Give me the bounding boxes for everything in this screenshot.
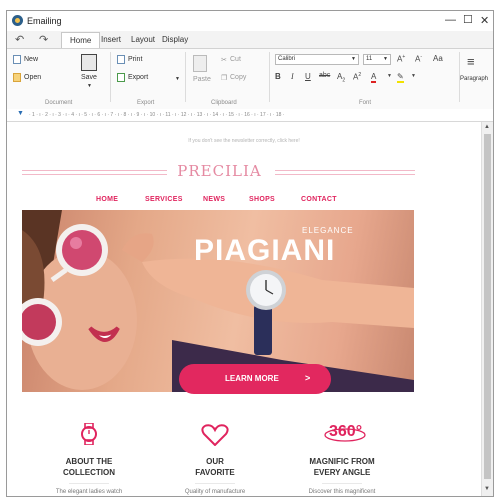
indent-marker-icon[interactable]: ▼ <box>17 110 24 117</box>
360-icon: 360° <box>323 422 371 444</box>
feature-divider <box>195 483 235 484</box>
feature-divider <box>322 483 362 484</box>
app-window: Emailing — ☐ ✕ ↶ ↷ Home Insert Layout Di… <box>6 10 494 497</box>
cut-button[interactable]: Cut <box>230 56 241 63</box>
underline-icon[interactable]: U <box>305 72 311 81</box>
arrow-right-icon: > <box>305 373 311 383</box>
new-button[interactable]: New <box>24 56 38 63</box>
save-icon <box>81 54 97 71</box>
undo-icon[interactable]: ↶ <box>15 33 24 46</box>
scroll-down-icon[interactable]: ▼ <box>484 486 490 492</box>
ribbon: New Open Save ▼ Document Print Export ▼ … <box>7 48 493 110</box>
superscript-icon[interactable]: A2 <box>353 72 361 82</box>
print-icon <box>117 55 125 64</box>
feature-collection-title: ABOUT THE COLLECTION <box>34 456 144 478</box>
font-family-select[interactable]: Calibri ▼ <box>275 54 359 65</box>
group-label-document: Document <box>45 100 73 106</box>
cut-icon: ✂ <box>221 57 227 64</box>
nav-news[interactable]: NEWS <box>203 196 225 203</box>
highlight-dropdown-icon[interactable]: ▼ <box>411 73 416 79</box>
feature-title-line: ABOUT THE <box>65 457 113 466</box>
subscript-icon[interactable]: A2 <box>337 72 345 84</box>
feature-favorite-desc: Quality of manufacture <box>184 489 246 495</box>
bold-icon[interactable]: B <box>275 72 281 81</box>
export-dropdown-icon[interactable]: ▼ <box>175 76 180 82</box>
group-label-font: Font <box>359 100 372 106</box>
feature-divider <box>69 483 109 484</box>
feature-title-line: FAVORITE <box>195 468 235 477</box>
save-button[interactable]: Save <box>81 74 97 81</box>
font-color-dropdown-icon[interactable]: ▼ <box>387 73 392 79</box>
paste-icon <box>193 55 207 72</box>
change-case-icon[interactable]: Aa <box>433 54 443 63</box>
open-button[interactable]: Open <box>24 74 41 81</box>
watch-icon <box>81 423 97 445</box>
font-size-value: 11 <box>366 56 373 62</box>
chevron-down-icon: ▼ <box>351 56 356 62</box>
maximize-icon[interactable]: ☐ <box>463 13 473 26</box>
vertical-scrollbar[interactable]: ▲ ▼ <box>481 122 493 496</box>
tab-insert[interactable]: Insert <box>101 35 121 44</box>
scroll-up-icon[interactable]: ▲ <box>484 124 490 130</box>
italic-icon[interactable]: I <box>291 72 294 81</box>
font-family-value: Calibri <box>278 56 296 62</box>
feature-title-line: EVERY ANGLE <box>313 468 371 477</box>
feature-title-line: OUR <box>206 457 224 466</box>
learn-more-button[interactable]: LEARN MORE > <box>179 364 331 394</box>
export-button[interactable]: Export <box>128 74 148 81</box>
hero-title: PIAGIANI <box>194 234 336 267</box>
feature-angle-desc: Discover this magnificent <box>308 489 376 495</box>
open-folder-icon <box>13 73 21 82</box>
feature-title-line: MAGNIFIC FROM <box>309 457 375 466</box>
nav-contact[interactable]: CONTACT <box>301 196 337 203</box>
chevron-down-icon: ▼ <box>383 56 388 62</box>
feature-collection-desc: The elegant ladies watch <box>55 489 123 495</box>
title-bar: Emailing — ☐ ✕ <box>7 11 493 31</box>
highlight-icon[interactable]: ✎ <box>397 72 404 83</box>
redo-icon[interactable]: ↷ <box>39 33 48 46</box>
paste-button[interactable]: Paste <box>193 76 211 83</box>
shrink-font-icon[interactable]: A- <box>415 54 422 64</box>
close-icon[interactable]: ✕ <box>480 14 489 27</box>
export-icon <box>117 73 125 82</box>
ribbon-tabs: ↶ ↷ Home Insert Layout Display <box>7 31 493 48</box>
scrollbar-thumb[interactable] <box>484 134 491 479</box>
copy-button[interactable]: Copy <box>230 74 246 81</box>
learn-more-label: LEARN MORE <box>225 374 279 383</box>
print-button[interactable]: Print <box>128 56 142 63</box>
view-online-hint[interactable]: If you don't see the newsletter correctl… <box>7 138 481 144</box>
feature-angle-title: MAGNIFIC FROM EVERY ANGLE <box>287 456 397 478</box>
strikethrough-icon[interactable]: abc <box>319 72 330 79</box>
tab-display[interactable]: Display <box>162 35 188 44</box>
rotation-arc <box>324 428 366 442</box>
heart-icon <box>201 424 229 446</box>
new-document-icon <box>13 55 21 64</box>
copy-icon: ❐ <box>221 75 228 82</box>
group-label-export: Export <box>137 100 155 106</box>
ribbon-separator <box>110 52 111 102</box>
minimize-icon[interactable]: — <box>445 14 456 26</box>
nav-home[interactable]: HOME <box>96 196 118 203</box>
ribbon-separator <box>269 52 270 102</box>
font-size-select[interactable]: 11 ▼ <box>363 54 391 65</box>
window-title: Emailing <box>27 16 62 26</box>
tab-layout[interactable]: Layout <box>131 35 155 44</box>
save-dropdown-icon[interactable]: ▼ <box>87 83 92 89</box>
grow-font-icon[interactable]: A+ <box>397 54 405 64</box>
ribbon-separator <box>185 52 186 102</box>
app-icon <box>12 15 23 26</box>
feature-favorite-title: OUR FAVORITE <box>160 456 270 478</box>
ruler-marks: · 1 · ı · 2 · ı · 3 · ı · 4 · ı · 5 · ı … <box>29 112 285 118</box>
feature-title-line: COLLECTION <box>63 468 115 477</box>
nav-shops[interactable]: SHOPS <box>249 196 275 203</box>
paragraph-icon[interactable]: ≡ <box>467 55 475 68</box>
tab-home[interactable]: Home <box>61 32 101 48</box>
ruler[interactable]: ▼ · 1 · ı · 2 · ı · 3 · ı · 4 · ı · 5 · … <box>7 109 493 122</box>
paragraph-button[interactable]: Paragraph <box>460 76 488 82</box>
document-canvas[interactable]: If you don't see the newsletter correctl… <box>7 122 481 496</box>
brand-logo: PRECILIA <box>177 162 262 180</box>
nav-services[interactable]: SERVICES <box>145 196 183 203</box>
font-color-icon[interactable]: A <box>371 72 377 83</box>
group-label-clipboard: Clipboard <box>211 100 237 106</box>
